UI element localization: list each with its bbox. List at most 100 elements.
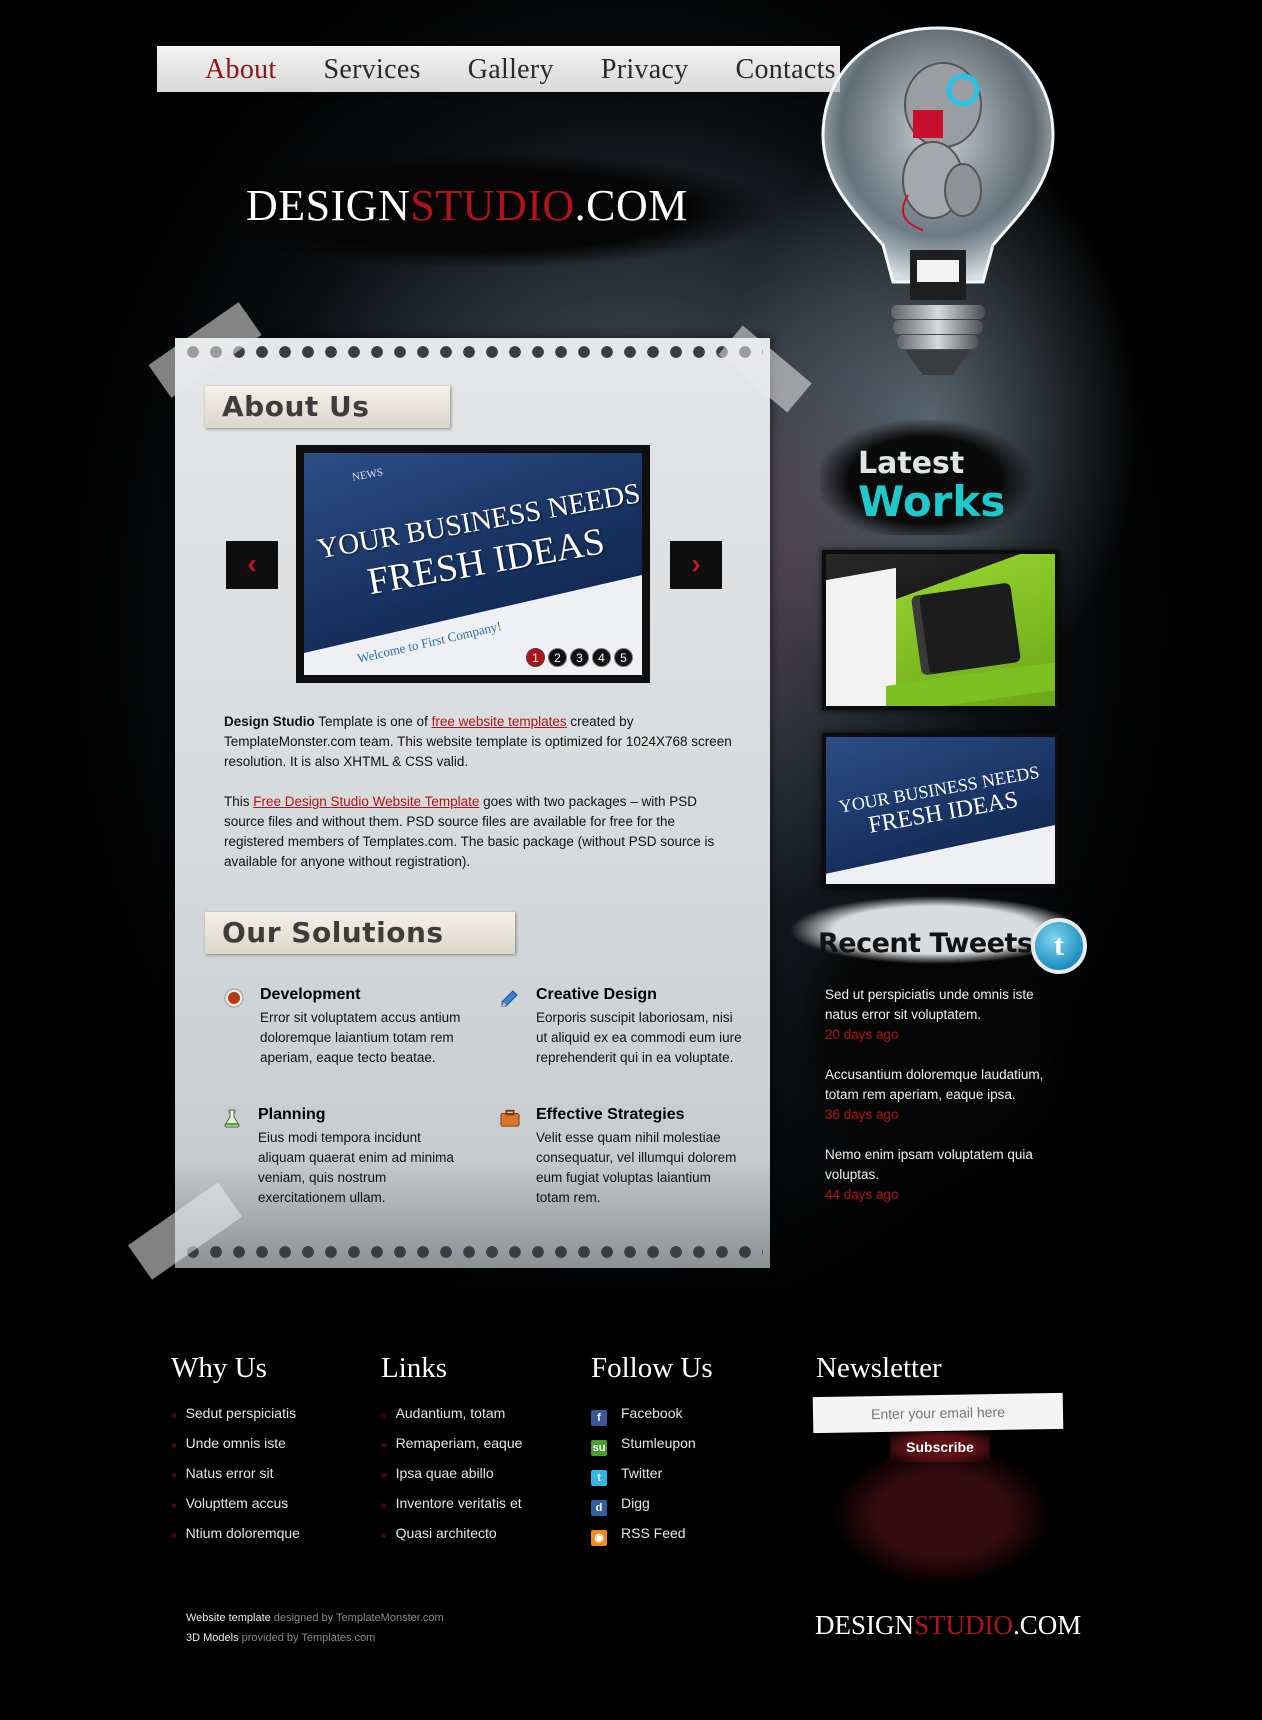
server-image: [910, 582, 1022, 676]
footer-link[interactable]: » Inventore veritatis et: [381, 1493, 522, 1523]
footer-list: » Sedut perspiciatis » Unde omnis iste » Na…: [171, 1403, 300, 1553]
recent-tweets-heading: Recent Tweets: [818, 928, 1033, 959]
slide-image: NEWS YOUR BUSINESS NEEDS FRESH IDEAS Wel…: [304, 453, 642, 675]
free-templates-link[interactable]: free website templates: [432, 714, 567, 729]
site-logo[interactable]: DESIGNSTUDIO.COM: [246, 180, 688, 231]
nav-privacy[interactable]: Privacy: [601, 54, 689, 86]
footer-heading: Newsletter: [816, 1352, 942, 1384]
solution-title: Effective Strategies: [536, 1106, 685, 1123]
logo-part-com: .COM: [574, 181, 688, 230]
twitter-icon: t: [591, 1470, 607, 1486]
footer-link[interactable]: » Remaperiam, eaque: [381, 1433, 522, 1463]
footer-link[interactable]: » Quasi architecto: [381, 1523, 522, 1553]
solution-desc: Velit esse quam nihil molestiae consequa…: [536, 1130, 737, 1205]
credits-text: designed by: [270, 1612, 337, 1624]
footer-link-label: Sedut perspiciatis: [185, 1405, 297, 1421]
briefcase-icon: [500, 1109, 520, 1127]
footer-link-label: Volupttem accus: [185, 1495, 289, 1511]
slide-strip-text: Welcome to First Company!: [355, 618, 503, 666]
slider-page-5[interactable]: 5: [614, 648, 633, 667]
solution-title: Development: [260, 986, 361, 1003]
about-paragraph-2: This Free Design Studio Website Template…: [224, 792, 734, 872]
footer-link[interactable]: » Ntium doloremque: [171, 1523, 300, 1553]
bullet-icon: »: [171, 1530, 177, 1541]
tweet-time: 36 days ago: [825, 1107, 899, 1122]
social-link-stumbleupon[interactable]: su Stumleupon: [591, 1433, 713, 1463]
credits-bold[interactable]: Website template: [186, 1612, 271, 1624]
bullet-icon: »: [381, 1440, 387, 1451]
credits-line-2: 3D Models provided by Templates.com: [186, 1628, 444, 1648]
footer-link[interactable]: » Volupttem accus: [171, 1493, 300, 1523]
credits-bold[interactable]: 3D Models: [186, 1632, 239, 1644]
templates-com-link[interactable]: Templates.com: [301, 1632, 375, 1644]
latest-works-line2: Works: [858, 477, 1006, 526]
social-link-label: RSS Feed: [621, 1525, 686, 1541]
social-link-rss[interactable]: ◉ RSS Feed: [591, 1523, 713, 1553]
footer-heading: Follow Us: [591, 1352, 713, 1384]
twitter-icon[interactable]: t: [1031, 918, 1087, 974]
social-link-digg[interactable]: d Digg: [591, 1493, 713, 1523]
subscribe-button[interactable]: Subscribe: [890, 1432, 990, 1462]
facebook-icon: f: [591, 1410, 607, 1426]
paper-holes-bottom: [183, 1244, 763, 1260]
slider-page-4[interactable]: 4: [592, 648, 611, 667]
nav-services[interactable]: Services: [324, 54, 421, 86]
footer-logo[interactable]: DESIGNSTUDIO.COM: [815, 1610, 1081, 1641]
flask-icon: [224, 1109, 240, 1128]
logo-part-studio: STUDIO: [914, 1610, 1013, 1640]
logo-part-com: .COM: [1013, 1610, 1082, 1640]
bullet-icon: »: [171, 1440, 177, 1451]
slider-page-1[interactable]: 1: [526, 648, 545, 667]
slider-prev-button[interactable]: ‹: [226, 541, 278, 589]
slider-page-3[interactable]: 3: [570, 648, 589, 667]
footer-link[interactable]: » Ipsa quae abillo: [381, 1463, 522, 1493]
bullet-icon: »: [381, 1530, 387, 1541]
footer-link-label: Unde omnis iste: [185, 1435, 286, 1451]
credits-line-1: Website template designed by TemplateMon…: [186, 1608, 444, 1628]
bullet-icon: »: [381, 1500, 387, 1511]
tweet-text: Nemo enim ipsam voluptatem quia voluptas…: [825, 1147, 1033, 1182]
social-link-label: Digg: [621, 1495, 650, 1511]
slider-next-button[interactable]: ›: [670, 541, 722, 589]
footer-heading: Why Us: [171, 1352, 267, 1384]
bullet-icon: »: [171, 1500, 177, 1511]
nav-gallery[interactable]: Gallery: [468, 54, 554, 86]
footer-list: f Facebook su Stumleupon t Twitter d Digg ◉ R…: [591, 1403, 713, 1553]
social-link-label: Facebook: [621, 1405, 683, 1421]
latest-work-thumbnail-1[interactable]: [822, 550, 1059, 710]
social-link-twitter[interactable]: t Twitter: [591, 1463, 713, 1493]
about-heading: About Us: [205, 386, 450, 428]
footer-link[interactable]: » Sedut perspiciatis: [171, 1403, 300, 1433]
footer-link[interactable]: » Audantium, totam: [381, 1403, 522, 1433]
solution-desc: Error sit voluptatem accus antium dolore…: [260, 1010, 461, 1065]
nav-about[interactable]: About: [205, 54, 277, 86]
main-nav: About Services Gallery Privacy Contacts: [157, 46, 840, 92]
tweet-text: Accusantium doloremque laudatium, totam …: [825, 1067, 1044, 1102]
footer-credits: Website template designed by TemplateMon…: [186, 1608, 444, 1648]
bullet-icon: »: [381, 1410, 387, 1421]
tweet-item: Accusantium doloremque laudatium, totam …: [825, 1065, 1055, 1125]
paper-holes-top: [183, 344, 763, 360]
solutions-heading: Our Solutions: [205, 912, 515, 954]
newsletter-email-input[interactable]: [812, 1392, 1064, 1434]
solution-desc: Eius modi tempora incidunt aliquam quaer…: [258, 1130, 454, 1205]
tweet-text: Sed ut perspiciatis unde omnis iste natu…: [825, 987, 1034, 1022]
footer-link-label: Inventore veritatis et: [395, 1495, 522, 1511]
lightbulb-robot-illustration: [821, 26, 1055, 375]
footer-newsletter: Newsletter: [816, 1352, 942, 1385]
footer-link[interactable]: » Natus error sit: [171, 1463, 300, 1493]
templatemonster-link[interactable]: TemplateMonster.com: [336, 1612, 444, 1624]
slider-page-2[interactable]: 2: [548, 648, 567, 667]
slider-pagination: 1 2 3 4 5: [526, 648, 633, 667]
footer-link[interactable]: » Unde omnis iste: [171, 1433, 300, 1463]
social-link-facebook[interactable]: f Facebook: [591, 1403, 713, 1433]
about-p1-bold: Design Studio: [224, 714, 315, 729]
orb-icon: [224, 988, 244, 1008]
free-design-studio-link[interactable]: Free Design Studio Website Template: [253, 794, 479, 809]
latest-works-line1: Latest: [858, 446, 965, 481]
chevron-right-icon: ›: [691, 548, 701, 579]
footer-link-label: Quasi architecto: [395, 1525, 497, 1541]
bullet-icon: »: [171, 1470, 177, 1481]
bullet-icon: »: [381, 1470, 387, 1481]
latest-work-thumbnail-2[interactable]: YOUR BUSINESS NEEDS FRESH IDEAS: [822, 733, 1059, 888]
